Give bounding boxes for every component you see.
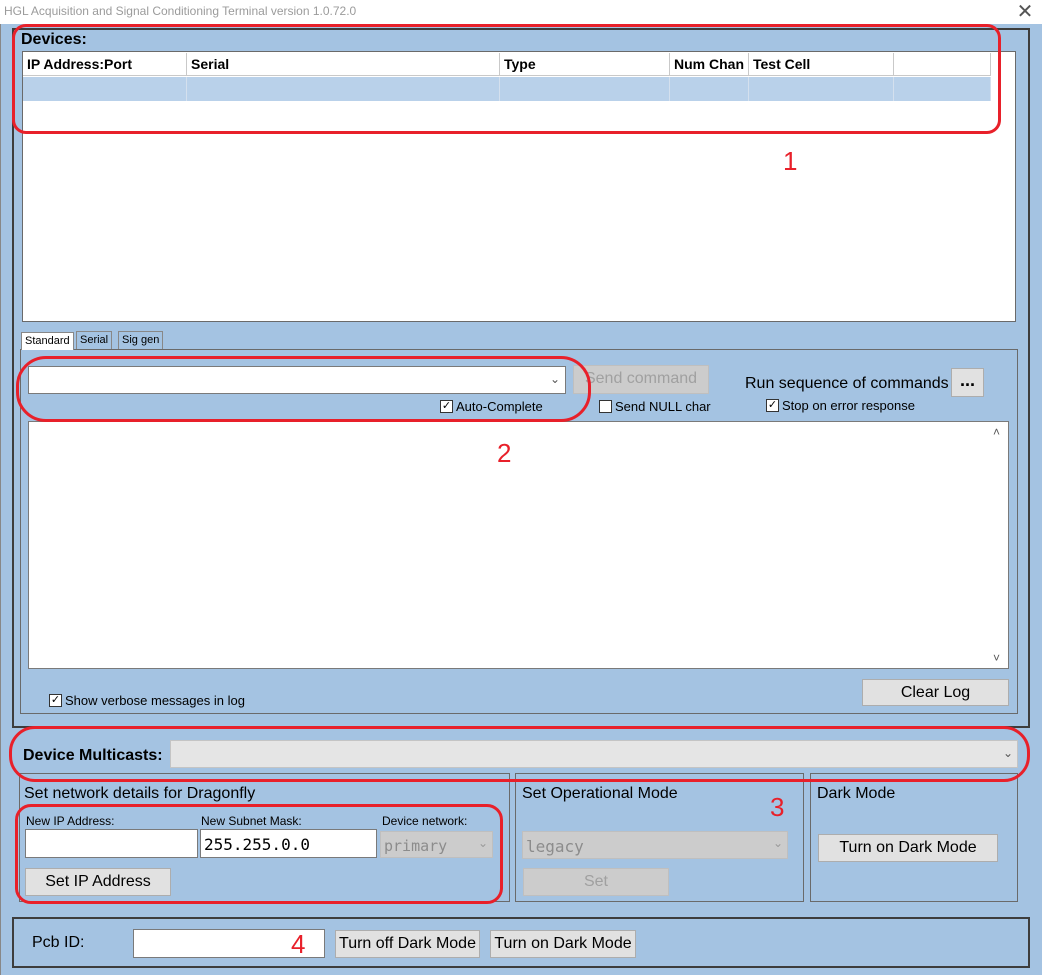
- log-textarea[interactable]: ˄ ˅: [28, 421, 1009, 669]
- pcb-id-label: Pcb ID:: [32, 934, 85, 951]
- annotation-box-1: [12, 24, 1001, 134]
- clear-log-button[interactable]: Clear Log: [862, 679, 1009, 706]
- annotation-number-3: 3: [770, 792, 785, 822]
- turn-on-dark-mode-button[interactable]: Turn on Dark Mode: [818, 834, 998, 862]
- op-mode-value: legacy: [526, 837, 584, 856]
- set-mode-button[interactable]: Set: [523, 868, 669, 896]
- verbose-label: Show verbose messages in log: [65, 693, 245, 708]
- run-sequence-label: Run sequence of commands: [745, 375, 949, 392]
- stop-on-error-checkbox[interactable]: ✓: [766, 399, 779, 412]
- turn-on-dark-mode-bottom-button[interactable]: Turn on Dark Mode: [490, 930, 636, 958]
- annotation-number-1: 1: [783, 146, 798, 176]
- annotation-number-4: 4: [291, 929, 306, 959]
- tab-serial[interactable]: Serial: [76, 331, 113, 350]
- close-icon[interactable]: ✕: [1014, 1, 1036, 23]
- checkmark-icon: ✓: [767, 399, 778, 411]
- annotation-box-2: [16, 356, 591, 422]
- scroll-down-icon[interactable]: ˅: [993, 651, 1000, 665]
- verbose-checkbox[interactable]: ✓: [49, 694, 62, 707]
- window-title: HGL Acquisition and Signal Conditioning …: [4, 4, 357, 18]
- scroll-up-icon[interactable]: ˄: [993, 425, 1000, 439]
- turn-off-dark-mode-button[interactable]: Turn off Dark Mode: [335, 930, 480, 958]
- checkmark-icon: ✓: [50, 694, 61, 706]
- annotation-box-3: [15, 804, 503, 904]
- stop-on-error-label: Stop on error response: [782, 398, 915, 413]
- tab-standard[interactable]: Standard: [21, 332, 74, 350]
- send-null-checkbox[interactable]: [599, 400, 612, 413]
- network-title: Set network details for Dragonfly: [24, 785, 256, 802]
- send-null-label: Send NULL char: [615, 399, 711, 414]
- dark-mode-title: Dark Mode: [817, 785, 896, 802]
- chevron-down-icon: ⌄: [773, 836, 784, 850]
- browse-sequence-button[interactable]: ...: [951, 368, 984, 397]
- annotation-number-2: 2: [497, 438, 512, 468]
- send-command-button[interactable]: Send command: [573, 365, 709, 394]
- annotation-box-multicast: [9, 726, 1030, 782]
- op-mode-title: Set Operational Mode: [522, 785, 678, 802]
- op-mode-select[interactable]: legacy ⌄: [522, 831, 788, 859]
- tab-sig-gen[interactable]: Sig gen: [118, 331, 164, 350]
